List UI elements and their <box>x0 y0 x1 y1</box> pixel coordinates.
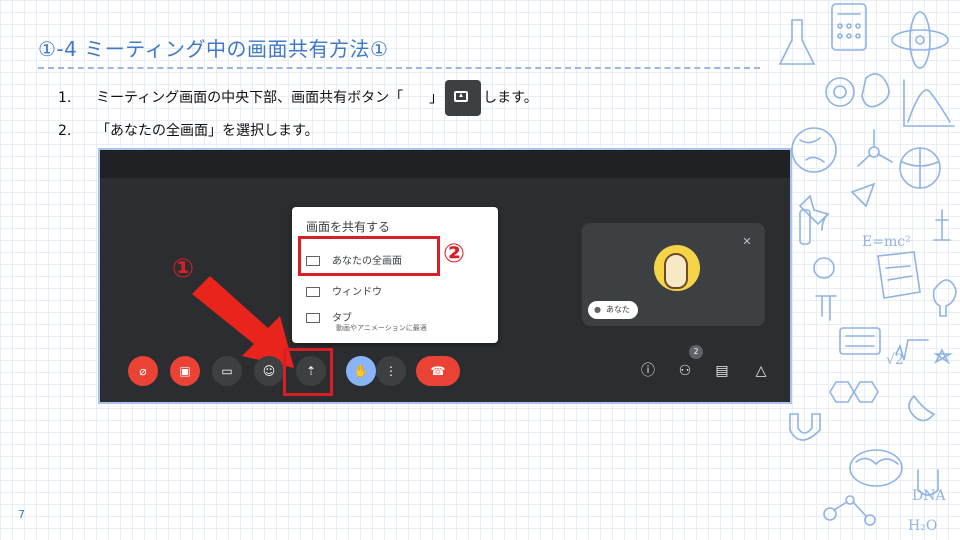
participant-name: あなた <box>588 301 638 319</box>
svg-text:DNA: DNA <box>912 488 946 504</box>
highlight-present-button <box>283 348 333 396</box>
leave-call-button[interactable]: ☎ <box>416 356 460 386</box>
highlight-entire-screen <box>298 236 440 276</box>
step-1: 1. ミーティング画面の中央下部、画面共有ボタン「 」 します。 <box>58 80 538 116</box>
step-1-number: 1. <box>58 90 72 106</box>
chat-icon[interactable]: ▤ <box>711 360 733 382</box>
step-2-text: 「あなたの全画面」を選択します。 <box>96 123 319 139</box>
step-1-text-before: ミーティング画面の中央下部、画面共有ボタン「 <box>96 90 404 106</box>
screenshot-top-bar <box>100 150 790 178</box>
option-tab-subtext: 動画やアニメーションに最適 <box>336 324 427 332</box>
title-divider <box>38 67 760 69</box>
callout-2: ② <box>443 239 466 269</box>
svg-text:√2: √2 <box>886 352 904 368</box>
raise-hand-button[interactable]: ✋ <box>346 356 376 386</box>
mic-toggle-button[interactable]: ⌀ <box>128 356 158 386</box>
participant-tile: ✕ あなた <box>582 223 765 326</box>
svg-text:E=mc²: E=mc² <box>862 234 911 250</box>
option-tab[interactable]: タブ <box>306 309 352 324</box>
page-number: 7 <box>18 508 25 521</box>
svg-text:H₂O: H₂O <box>908 518 937 534</box>
camera-toggle-button[interactable]: ▣ <box>170 356 200 386</box>
step-2: 2. 「あなたの全画面」を選択します。 <box>58 120 319 140</box>
more-options-button[interactable]: ⋮ <box>376 356 406 386</box>
window-icon <box>306 287 320 297</box>
step-2-number: 2. <box>58 123 72 139</box>
tab-icon <box>306 313 320 323</box>
reactions-button[interactable]: ☺ <box>254 356 284 386</box>
participant-count-badge: 2 <box>689 345 703 359</box>
people-icon[interactable]: ⚇ <box>674 360 696 382</box>
info-icon[interactable]: ⓘ <box>637 360 659 382</box>
avatar <box>654 245 700 291</box>
mic-off-icon: ✕ <box>742 235 752 248</box>
activities-icon[interactable]: △ <box>750 360 772 382</box>
option-window[interactable]: ウィンドウ <box>306 283 382 298</box>
captions-button[interactable]: ▭ <box>212 356 242 386</box>
meeting-screenshot: 画面を共有する あなたの全画面 ウィンドウ タブ 動画やアニメーションに最適 ②… <box>98 148 792 404</box>
slide-title: ①-4 ミーティング中の画面共有方法① <box>38 37 389 61</box>
share-menu-title: 画面を共有する <box>306 220 391 234</box>
option-window-label: ウィンドウ <box>332 287 382 298</box>
science-doodles-decoration: E=mc² √2 H₂O DNA <box>778 3 957 534</box>
present-screen-icon <box>445 80 482 116</box>
step-1-text-after: します。 <box>483 90 538 106</box>
step-1-text-middle: 」 <box>429 90 444 106</box>
